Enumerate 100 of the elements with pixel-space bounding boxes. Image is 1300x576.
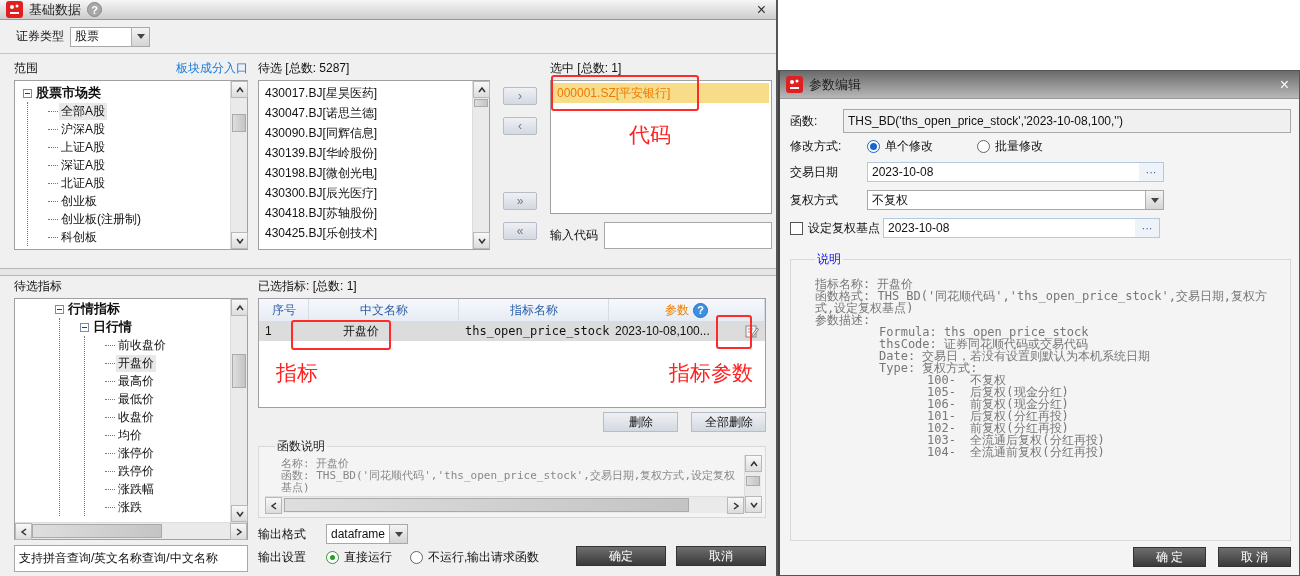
list-item[interactable]: 430418.BJ[苏轴股份] [261,203,470,223]
note-line: 104- 全流通前复权(分红再投) [927,446,1106,458]
tree-item[interactable]: 科创板 [59,228,99,246]
tree-item[interactable]: 最低价 [116,390,156,408]
tree-item[interactable]: 涨跌幅 [116,480,156,498]
scrollbar[interactable] [744,455,761,513]
tree-item[interactable]: 涨跌 [116,498,144,516]
picker-button[interactable]: ··· [1139,163,1163,181]
scrollbar[interactable] [230,299,247,522]
note-line: Type: 复权方式: [879,362,978,374]
caret-icon [136,34,145,39]
radio-button[interactable] [977,139,990,153]
chevron-up-icon [748,458,759,469]
date-field[interactable]: 2023-10-08 ··· [883,218,1160,238]
radio-button[interactable] [410,551,423,564]
transfer-button[interactable]: « [503,222,537,240]
list-item[interactable]: 430139.BJ[华岭股份] [261,143,470,163]
expander-icon[interactable] [55,304,64,314]
section-label: 待选指标 [14,277,62,295]
delete-button[interactable]: 全部删除 [691,412,766,432]
checkbox-label: 设定复权基点 [808,219,880,237]
note-line: 参数描述: [815,314,871,326]
radio-label: 不运行,输出请求函数 [428,549,540,566]
expander-icon[interactable] [80,322,89,332]
tree-item[interactable]: 前收盘价 [116,336,168,354]
radio-button[interactable] [326,551,339,564]
description-line: 名称: 开盘价 [281,458,351,470]
code-input[interactable] [604,222,772,249]
dialog-button[interactable]: 取 消 [1218,547,1291,567]
tree-item[interactable]: 涨停价 [116,444,156,462]
tree-item[interactable]: 股票市场类 [34,84,103,102]
expander-icon[interactable] [23,88,32,98]
scrollbar[interactable] [472,81,489,249]
description-line: 函数: THS_BD('同花顺代码','ths_open_price_stock',交易日期,复权方式,设定复权基点) [281,470,737,494]
tree-item[interactable]: 深证A股 [59,156,107,174]
annotation: 代码 [629,122,671,148]
scrollbar[interactable] [265,496,744,513]
caret-icon [394,531,403,537]
field-label: 输入代码 [550,227,598,244]
list-item[interactable]: 430198.BJ[微创光电] [261,163,470,183]
section-label: 待选 [总数: 5287] [258,59,350,77]
scroll-thumb[interactable] [232,354,246,388]
table-row[interactable]: 1 开盘价 ths_open_price_stock 2023-10-08,100... [259,321,765,341]
note-line: Formula: ths_open_price_stock [879,326,1090,338]
list-item[interactable]: 430047.BJ[诺思兰德] [261,103,470,123]
list-item[interactable]: 430090.BJ[同辉信息] [261,123,470,143]
note-line: 函数格式: THS_BD('同花顺代码','ths_open_price_stock',交易日期,复权方式,设定复权基点) [815,290,1269,314]
link[interactable]: 板块成分入口 [176,59,248,77]
type-select[interactable]: 股票 [70,26,150,47]
adjust-select[interactable]: 不复权 [867,190,1164,210]
transfer-button[interactable]: ‹ [503,117,537,135]
function-field[interactable]: THS_BD('ths_open_price_stock','2023-10-08,100,'') [843,109,1291,133]
search-field[interactable]: 支持拼音查询/英文名称查询/中文名称 [14,545,248,572]
note-line: 100- 不复权 [927,374,1007,386]
tree-item[interactable]: 跌停价 [116,462,156,480]
scroll-thumb[interactable] [284,498,689,512]
tree-item[interactable]: 日行情 [91,318,134,336]
format-select[interactable]: dataframe [326,524,408,544]
tree-item[interactable]: 行情指标 [66,300,122,318]
scroll-thumb[interactable] [32,524,162,538]
tree-item[interactable]: 全部A股 [59,102,107,120]
dialog-button[interactable]: 取消 [676,546,766,566]
splitter[interactable] [0,268,776,276]
logo-icon [786,76,803,93]
section-label: 范围 [14,59,38,77]
scrollbar[interactable] [15,522,247,539]
group-title: 说明 [816,251,842,268]
scrollbar[interactable] [230,81,247,249]
list-item[interactable]: 430017.BJ[星昊医药] [261,83,470,103]
scroll-thumb[interactable] [746,476,760,486]
tree-item[interactable]: 沪深A股 [59,120,107,138]
tree-item[interactable]: 开盘价 [116,354,156,372]
scroll-thumb[interactable] [474,99,488,107]
transfer-button[interactable]: » [503,192,537,210]
list-item[interactable]: 430425.BJ[乐创技术] [261,223,470,243]
tree-item[interactable]: 收盘价 [116,408,156,426]
note-line: 102- 前复权(分红再投) [927,422,1069,434]
edit-icon[interactable] [745,324,759,338]
dialog-button[interactable]: 确 定 [1133,547,1206,567]
table-cell: ths_open_price_stock [465,324,610,338]
tree-item[interactable]: 创业板 [59,192,99,210]
field-label: 函数: [790,112,819,130]
tree-item[interactable]: 均价 [116,426,144,444]
picker-button[interactable]: ··· [1135,219,1159,237]
field-label: 复权方式 [790,191,839,209]
tree-item[interactable]: 创业板(注册制) [59,210,143,228]
close-button[interactable]: × [752,1,770,18]
transfer-button[interactable]: › [503,87,537,105]
list-item[interactable]: 430300.BJ[辰光医疗] [261,183,470,203]
note-line: Date: 交易日，若没有设置则默认为本机系统日期 [879,350,1152,362]
tree-item[interactable]: 上证A股 [59,138,107,156]
radio-button[interactable] [867,139,880,153]
tree-item[interactable]: 最高价 [116,372,156,390]
date-field[interactable]: 2023-10-08 ··· [867,162,1164,182]
tree-item[interactable]: 北证A股 [59,174,107,192]
dialog-button[interactable]: 确定 [576,546,666,566]
scroll-thumb[interactable] [232,114,246,132]
delete-button[interactable]: 删除 [603,412,678,432]
checkbox[interactable] [790,221,803,235]
field-label: 证券类型 [16,28,64,45]
